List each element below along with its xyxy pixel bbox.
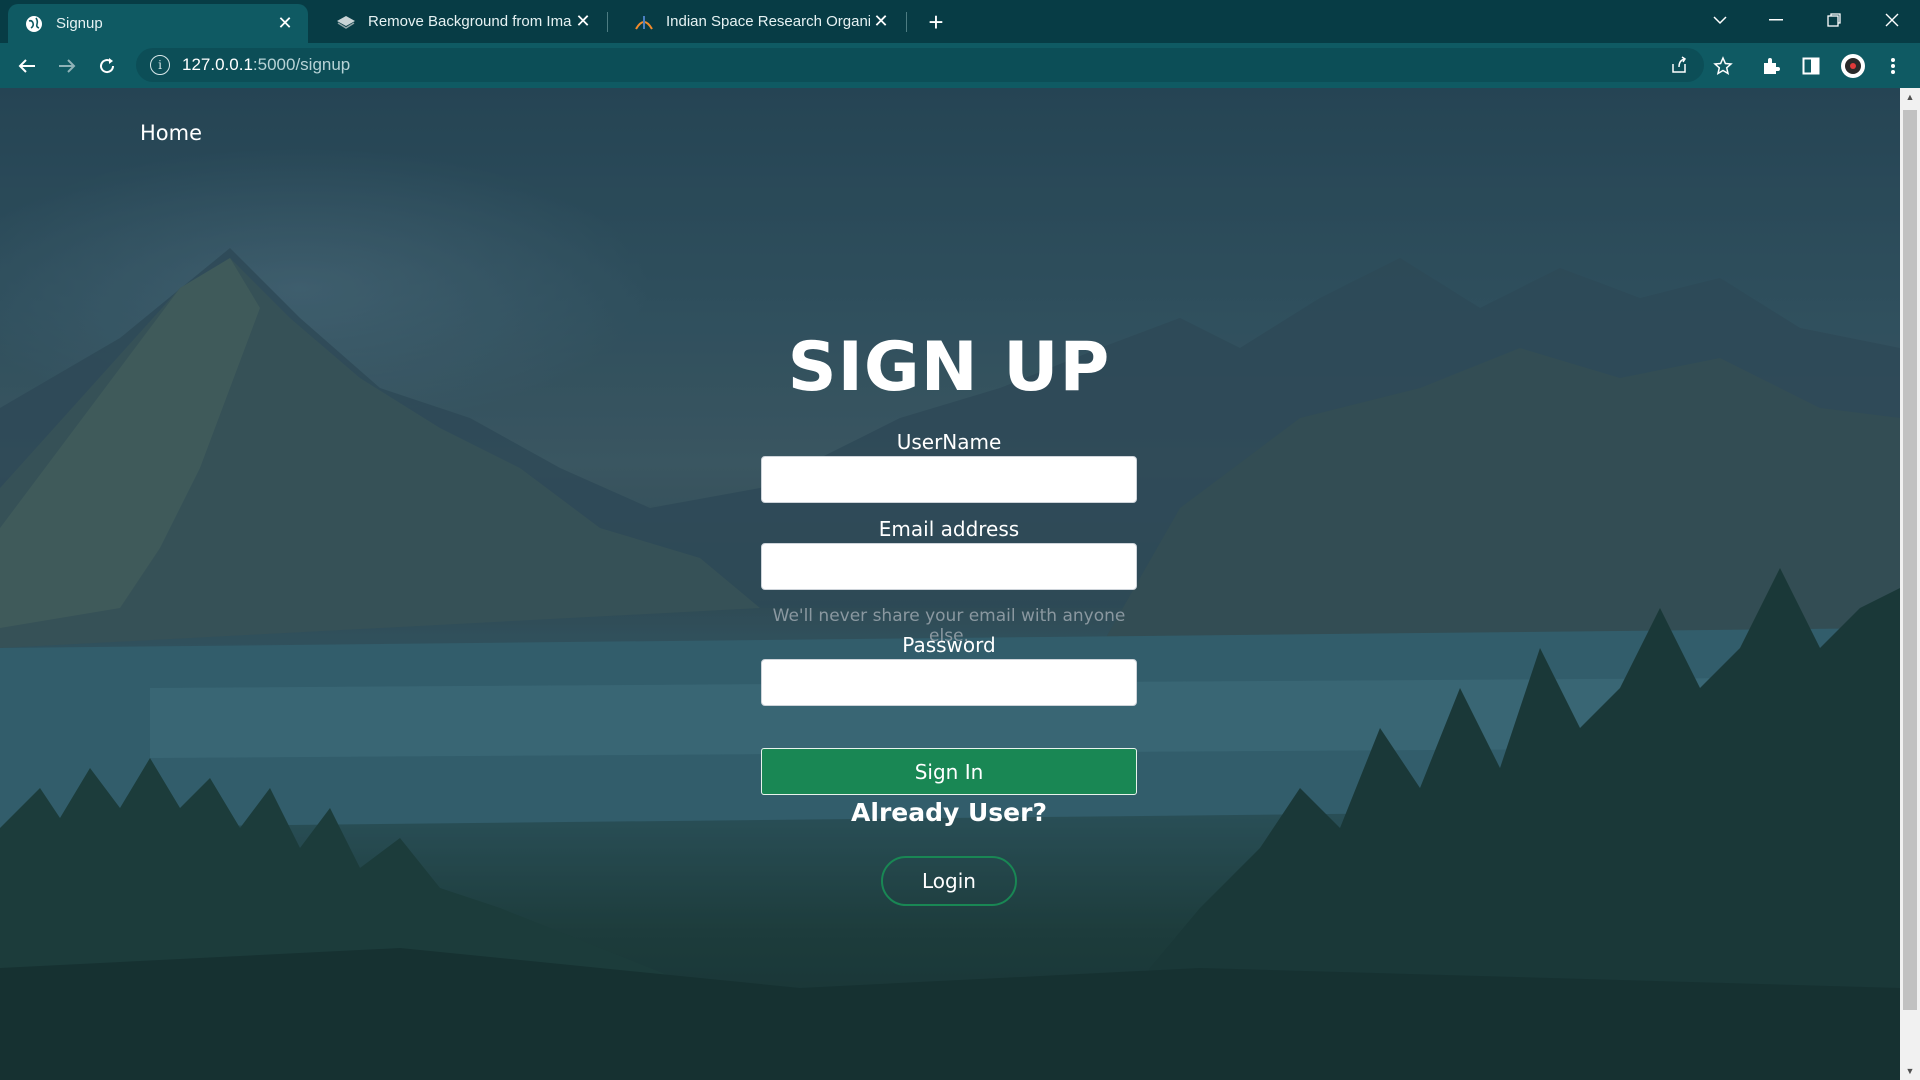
tab-separator <box>906 12 907 32</box>
tab-title: Remove Background from Image <box>368 13 572 30</box>
layers-icon <box>336 12 356 32</box>
password-label: Password <box>902 633 996 657</box>
email-input[interactable] <box>761 543 1137 590</box>
scroll-up-icon[interactable]: ▲ <box>1900 88 1920 106</box>
minimize-icon[interactable] <box>1748 0 1804 40</box>
side-panel-icon[interactable] <box>1796 51 1826 81</box>
password-input[interactable] <box>761 659 1137 706</box>
share-icon[interactable] <box>1666 52 1692 78</box>
tab-title: Indian Space Research Organisati <box>666 13 870 30</box>
url-text[interactable]: 127.0.0.1:5000/signup <box>182 55 350 75</box>
vertical-scrollbar[interactable]: ▲ ▼ <box>1900 88 1920 1080</box>
browser-tab-strip: Signup ✕ Remove Background from Image ✕ … <box>0 0 1920 43</box>
tab-search-icon[interactable] <box>1692 0 1748 40</box>
restore-icon[interactable] <box>1806 0 1862 40</box>
sign-in-button[interactable]: Sign In <box>761 748 1137 795</box>
page-title: SIGN UP <box>787 328 1111 407</box>
scrollbar-thumb[interactable] <box>1903 110 1917 1010</box>
new-tab-button[interactable]: + <box>920 6 952 38</box>
page-viewport: Home SIGN UP UserName Email address We'l… <box>0 88 1920 1080</box>
profile-avatar[interactable] <box>1838 51 1868 81</box>
bookmark-star-icon[interactable] <box>1708 51 1738 81</box>
forward-icon[interactable] <box>52 51 82 81</box>
browser-toolbar: i 127.0.0.1:5000/signup <box>0 43 1920 88</box>
window-close-icon[interactable] <box>1864 0 1920 40</box>
username-label: UserName <box>896 430 1002 454</box>
close-icon[interactable]: ✕ <box>572 11 594 33</box>
scroll-down-icon[interactable]: ▼ <box>1900 1062 1920 1080</box>
username-input[interactable] <box>761 456 1137 503</box>
close-icon[interactable]: ✕ <box>274 13 296 35</box>
already-user-text: Already User? <box>851 798 1047 827</box>
more-menu-icon[interactable] <box>1878 51 1908 81</box>
tab-remove-background[interactable]: Remove Background from Image ✕ <box>310 0 606 43</box>
back-icon[interactable] <box>12 51 42 81</box>
address-bar[interactable]: i 127.0.0.1:5000/signup <box>136 48 1704 82</box>
tab-title: Signup <box>56 15 103 32</box>
email-label: Email address <box>878 517 1020 541</box>
reload-icon[interactable] <box>92 51 122 81</box>
tab-signup[interactable]: Signup ✕ <box>8 4 308 43</box>
extensions-icon[interactable] <box>1756 51 1786 81</box>
info-icon[interactable]: i <box>150 55 170 75</box>
tab-isro[interactable]: Indian Space Research Organisati ✕ <box>608 0 904 43</box>
nav-home-link[interactable]: Home <box>140 121 202 145</box>
close-icon[interactable]: ✕ <box>870 11 892 33</box>
isro-icon <box>634 12 654 32</box>
login-button[interactable]: Login <box>881 856 1017 906</box>
globe-icon <box>24 14 44 34</box>
